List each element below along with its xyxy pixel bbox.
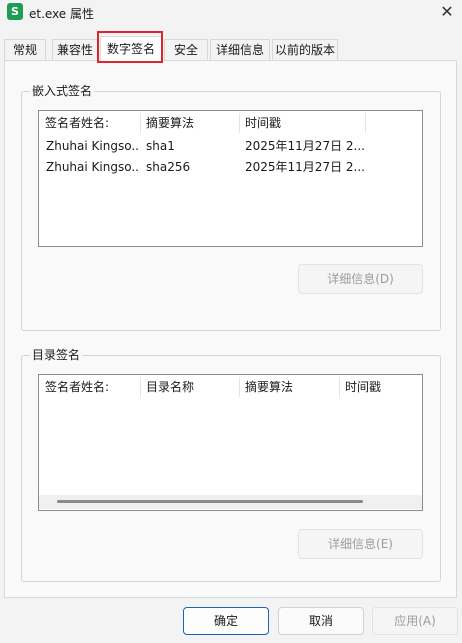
column-header-signer-name[interactable]: 签名者姓名: (39, 111, 140, 135)
column-header-catalog-name[interactable]: 目录名称 (140, 375, 239, 399)
horizontal-scrollbar-thumb[interactable] (57, 500, 363, 503)
embedded-details-button[interactable]: 详细信息(D) (298, 264, 423, 294)
tab-compatibility[interactable]: 兼容性 (52, 39, 98, 60)
cancel-button[interactable]: 取消 (278, 607, 364, 635)
table-row-timestamp[interactable]: 2025年11月27日 2... (239, 136, 365, 157)
column-header-signer-name[interactable]: 签名者姓名: (39, 375, 140, 399)
tab-general[interactable]: 常规 (4, 39, 46, 60)
embedded-signatures-list[interactable]: 签名者姓名: 摘要算法 时间戳 Zhuhai Kingso... sha1 20… (38, 110, 423, 247)
catalog-signatures-list[interactable]: 签名者姓名: 目录名称 摘要算法 时间戳 (38, 374, 423, 511)
catalog-signatures-label: 目录签名 (30, 346, 83, 363)
tab-highlight-box (97, 31, 163, 63)
table-row-signer-name[interactable]: Zhuhai Kingso... (40, 136, 140, 157)
column-header-digest-algorithm[interactable]: 摘要算法 (140, 111, 239, 135)
apply-button[interactable]: 应用(A) (372, 607, 458, 635)
table-row-digest-algorithm[interactable]: sha256 (140, 157, 239, 178)
embedded-signatures-label: 嵌入式签名 (30, 82, 95, 99)
wps-spreadsheet-app-icon: S (7, 3, 23, 20)
catalog-details-button[interactable]: 详细信息(E) (298, 529, 423, 559)
tab-details[interactable]: 详细信息 (210, 39, 270, 60)
ok-button[interactable]: 确定 (183, 607, 269, 635)
column-divider[interactable] (365, 113, 366, 133)
window-title: et.exe 属性 (29, 7, 95, 21)
table-row-digest-algorithm[interactable]: sha1 (140, 136, 239, 157)
tab-previous-versions[interactable]: 以前的版本 (272, 39, 338, 60)
column-header-digest-algorithm[interactable]: 摘要算法 (239, 375, 339, 399)
table-row-signer-name[interactable]: Zhuhai Kingso... (40, 157, 140, 178)
tab-security[interactable]: 安全 (164, 39, 208, 60)
close-icon[interactable]: ✕ (436, 2, 458, 22)
column-header-timestamp[interactable]: 时间戳 (339, 375, 422, 399)
column-header-timestamp[interactable]: 时间戳 (239, 111, 365, 135)
table-row-timestamp[interactable]: 2025年11月27日 2... (239, 157, 365, 178)
